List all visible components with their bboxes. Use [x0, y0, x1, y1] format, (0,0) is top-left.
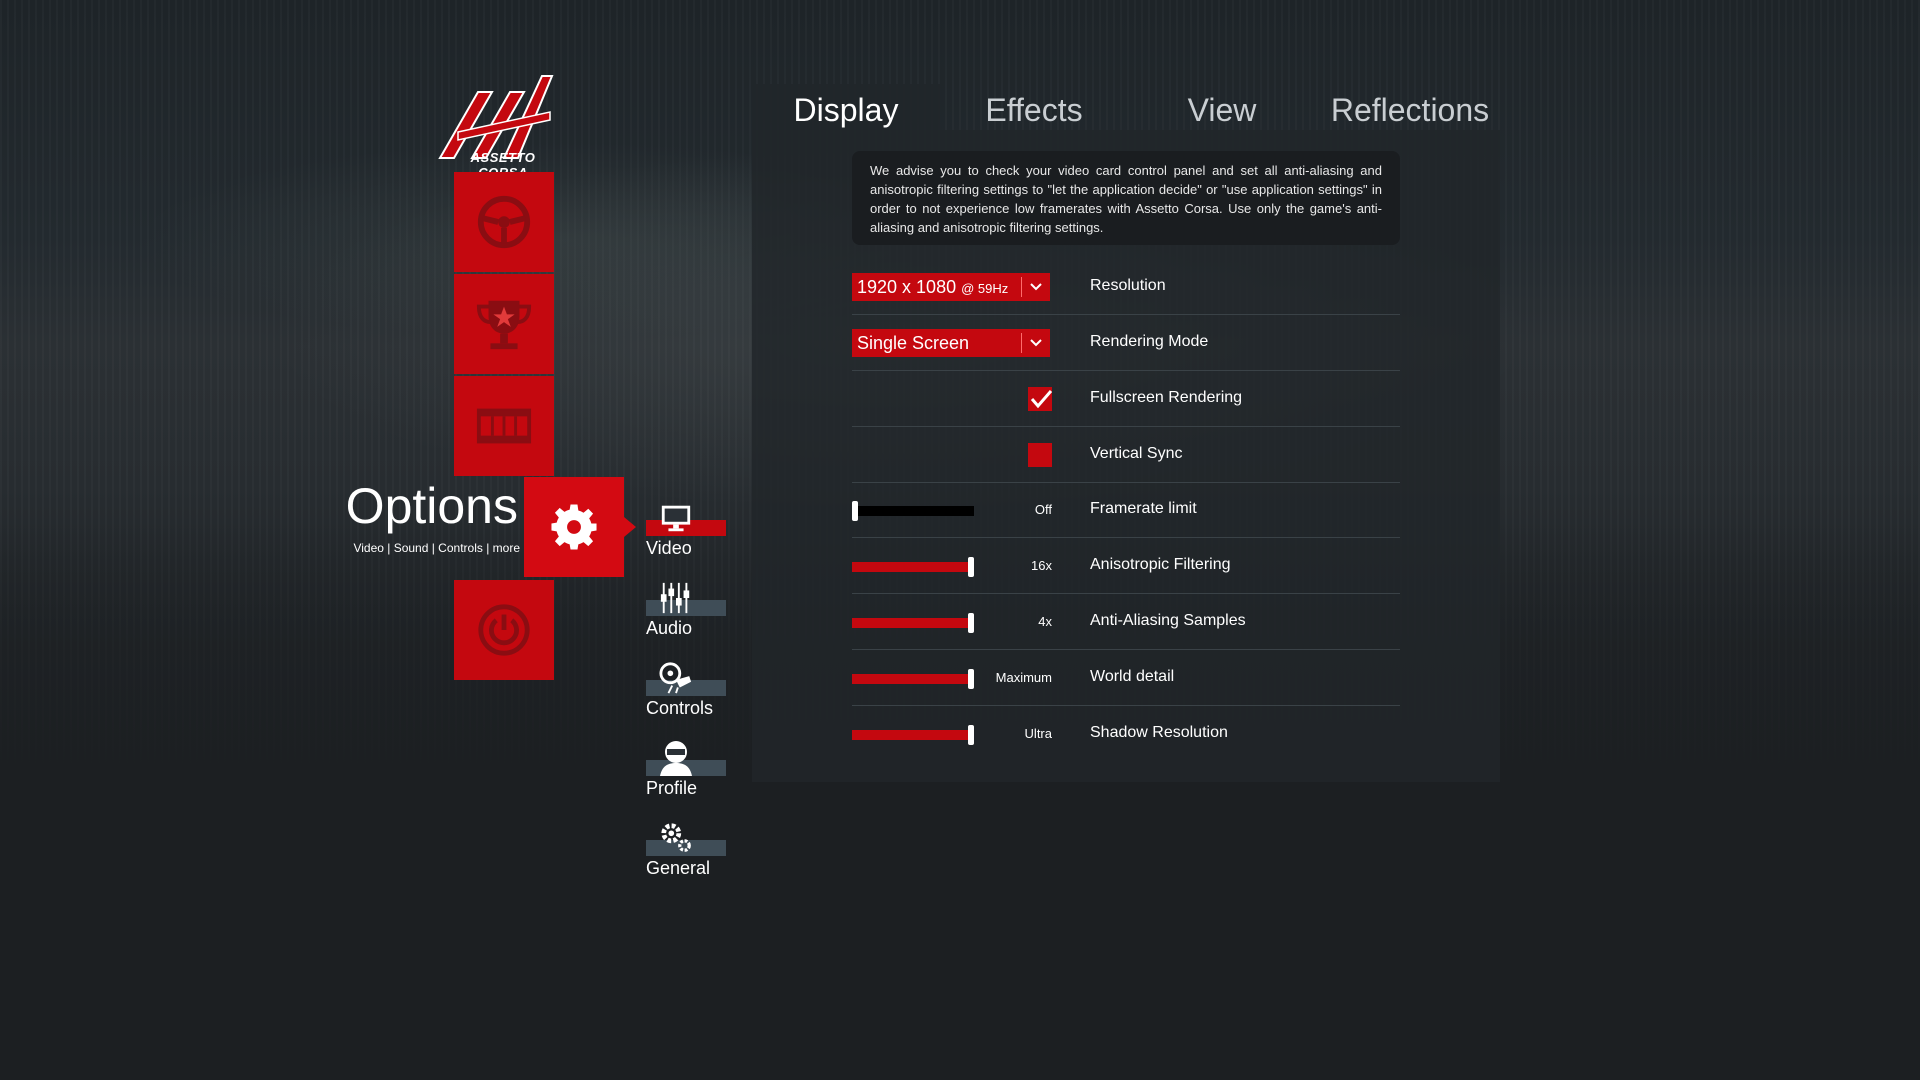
tab-reflections[interactable]: Reflections — [1316, 84, 1504, 130]
rendering-mode-label: Rendering Mode — [1090, 333, 1209, 350]
slider-label: Shadow Resolution — [1090, 724, 1228, 741]
slider-value: Maximum — [995, 670, 1052, 685]
slider-handle[interactable] — [968, 613, 974, 633]
fullscreen-label: Fullscreen Rendering — [1090, 389, 1243, 406]
slider-row: Ultra Shadow Resolution — [852, 706, 1400, 762]
resolution-row: 1920 x 1080 @ 59Hz Resolution — [852, 259, 1400, 315]
tab-display[interactable]: Display — [752, 84, 940, 130]
tab-effects[interactable]: Effects — [940, 84, 1128, 130]
slider-value: 4x — [1038, 614, 1052, 629]
replay-tile[interactable] — [454, 376, 554, 476]
submenu-label: Audio — [646, 618, 693, 638]
slider-value: Off — [1034, 502, 1052, 517]
slider-label: World detail — [1090, 668, 1175, 685]
shadow-resolution-slider[interactable] — [852, 725, 974, 745]
slider-fill — [852, 730, 974, 740]
slider-fill — [852, 674, 974, 684]
slider-handle[interactable] — [968, 725, 974, 745]
rendering-mode-value: Single Screen — [857, 332, 970, 353]
fullscreen-row: Fullscreen Rendering — [852, 371, 1400, 427]
fullscreen-checkbox[interactable] — [1028, 387, 1052, 411]
quit-tile[interactable] — [454, 580, 554, 680]
resolution-label: Resolution — [1090, 277, 1166, 294]
submenu-label: Profile — [646, 778, 698, 798]
anti-aliasing-slider[interactable] — [852, 613, 974, 633]
slider-handle[interactable] — [968, 669, 974, 689]
driver-icon — [658, 740, 694, 776]
drive-tile[interactable] — [454, 172, 554, 272]
options-tile[interactable] — [524, 477, 636, 577]
vsync-label: Vertical Sync — [1090, 445, 1183, 462]
vsync-checkbox[interactable] — [1028, 443, 1052, 467]
events-tile[interactable] — [454, 274, 554, 374]
options-title: Options — [345, 478, 518, 534]
resolution-value: 1920 x 1080 @ 59Hz — [857, 276, 1009, 297]
steering-wheel-icon — [477, 195, 531, 249]
submenu-label: General — [646, 858, 711, 878]
notice-text: We advise you to check your video card c… — [852, 151, 1400, 245]
slider-fill — [852, 618, 974, 628]
trophy-icon — [476, 300, 532, 350]
tab-view[interactable]: View — [1128, 84, 1316, 130]
options-subtitle: Video | Sound | Controls | more — [353, 541, 520, 555]
chevron-down-icon — [1030, 339, 1042, 347]
controller-icon — [658, 660, 694, 696]
rendering-mode-row: Single Screen Rendering Mode — [852, 315, 1400, 371]
submenu-label: Controls — [646, 698, 714, 718]
vsync-row: Vertical Sync — [852, 427, 1400, 483]
gears-icon — [658, 820, 694, 856]
world-detail-slider[interactable] — [852, 669, 974, 689]
slider-row: Off Framerate limit — [852, 482, 1400, 538]
anisotropic-filtering-slider[interactable] — [852, 557, 974, 577]
slider-row: Maximum World detail — [852, 650, 1400, 706]
gear-icon — [551, 504, 597, 550]
framerate-limit-slider[interactable] — [852, 501, 974, 521]
slider-handle[interactable] — [968, 557, 974, 577]
rendering-mode-dropdown[interactable]: Single Screen — [852, 329, 1050, 357]
monitor-icon — [658, 500, 694, 536]
slider-row: 16x Anisotropic Filtering — [852, 538, 1400, 594]
film-strip-icon — [476, 408, 532, 444]
chevron-down-icon — [1030, 283, 1042, 291]
dropdown-separator — [1021, 277, 1022, 297]
submenu-label: Video — [646, 538, 692, 558]
tab-bar: Display Effects View Reflections — [752, 84, 1500, 130]
slider-fill — [852, 562, 974, 572]
slider-value: Ultra — [1024, 726, 1052, 741]
mixer-icon — [658, 580, 694, 616]
resolution-dropdown[interactable]: 1920 x 1080 @ 59Hz — [852, 273, 1050, 301]
slider-label: Framerate limit — [1090, 500, 1197, 517]
power-icon — [478, 604, 530, 656]
slider-handle[interactable] — [852, 501, 858, 521]
slider-value: 16x — [1031, 558, 1052, 573]
slider-row: 4x Anti-Aliasing Samples — [852, 594, 1400, 650]
slider-label: Anisotropic Filtering — [1090, 556, 1231, 573]
slider-label: Anti-Aliasing Samples — [1090, 612, 1246, 629]
dropdown-separator — [1021, 333, 1022, 353]
checkmark-icon — [1030, 390, 1052, 409]
